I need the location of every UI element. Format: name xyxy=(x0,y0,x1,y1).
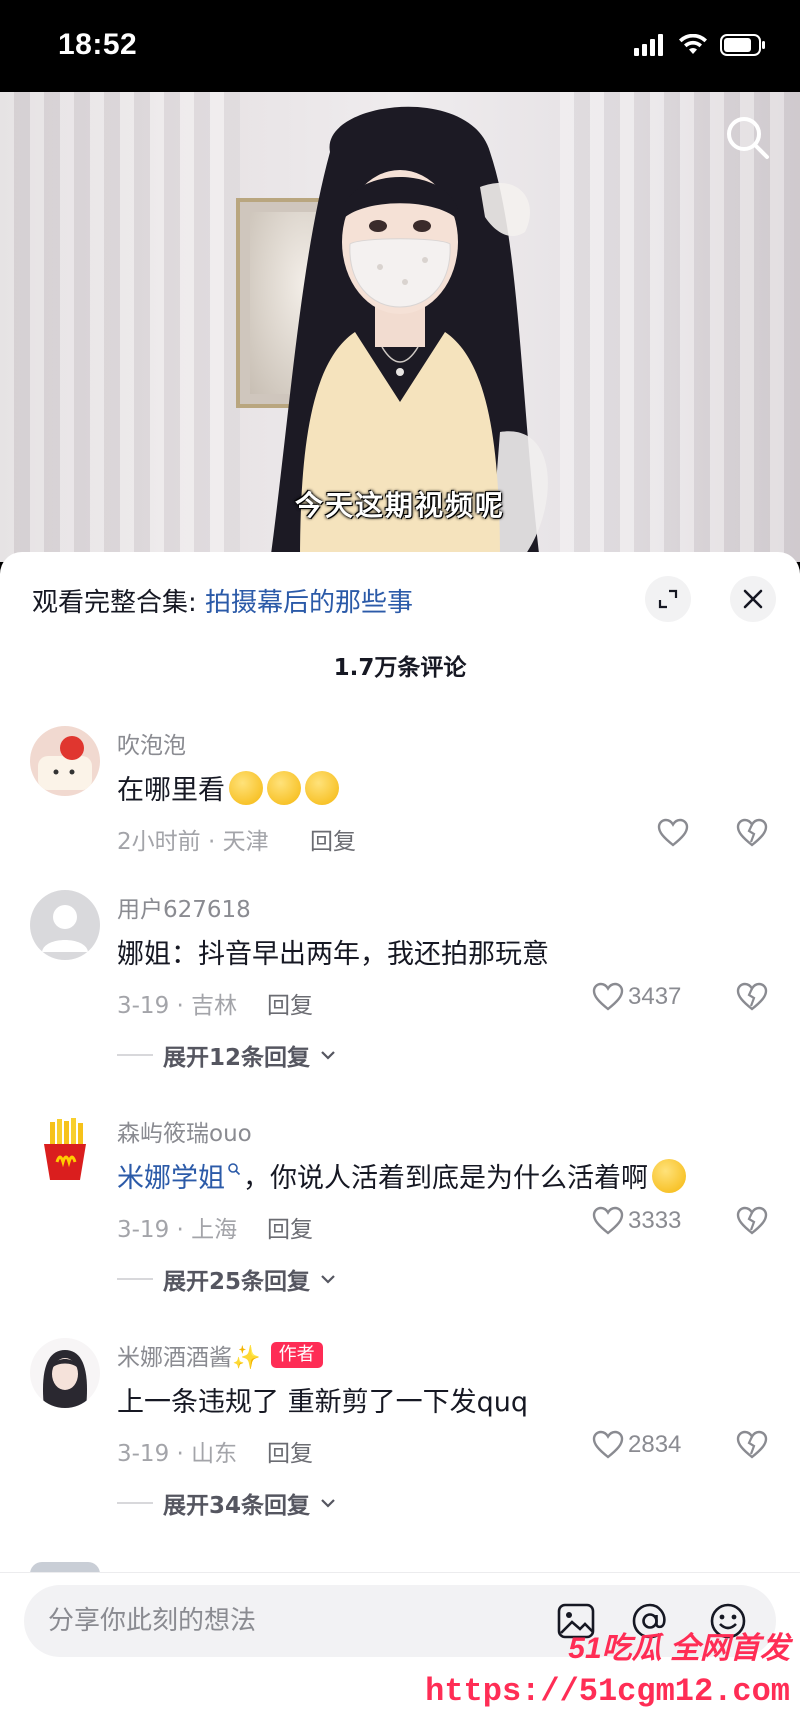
comment-text: 在哪里看 xyxy=(117,768,339,807)
divider xyxy=(117,1278,153,1280)
like-count: 3333 xyxy=(628,1207,682,1234)
broken-heart-icon xyxy=(736,982,768,1011)
broken-heart-icon xyxy=(736,1430,768,1459)
like-button[interactable]: 3437 xyxy=(592,982,681,1012)
divider xyxy=(117,1502,153,1504)
heart-icon xyxy=(657,818,689,847)
crying-face-icon xyxy=(652,1158,686,1193)
comment-sheet: 观看完整合集: 拍摄幕后的那些事 1.7万条评论 吹泡泡 在哪里看 2小时前 ·… xyxy=(0,552,800,1731)
comment-input-bar: 51吃瓜 全网首发 https://51cgm12.com xyxy=(0,1572,800,1731)
comment-username[interactable]: 米娜酒酒酱✨ 作者 xyxy=(117,1338,323,1372)
comment-item: 米娜酒酒酱✨ 作者 上一条违规了 重新剪了一下发quq 3-19 · 山东 回复… xyxy=(0,1338,800,1538)
expand-replies-button[interactable]: 展开25条回复 xyxy=(117,1262,336,1296)
persevering-face-icon xyxy=(305,770,339,805)
like-count: 3437 xyxy=(628,983,682,1010)
sheet-header: 观看完整合集: 拍摄幕后的那些事 xyxy=(0,552,800,632)
watermark-brand: 51吃瓜 全网首发 xyxy=(568,1632,790,1665)
comment-username[interactable]: 森屿筱瑞ouo xyxy=(117,1114,252,1148)
avatar-image xyxy=(30,1114,100,1184)
reply-button[interactable]: 回复 xyxy=(267,1434,313,1468)
video-player[interactable]: 今天这期视频呢 xyxy=(0,92,800,562)
comment-meta: 3-19 · 吉林 xyxy=(117,993,238,1019)
persevering-face-icon xyxy=(267,770,301,805)
collection-row[interactable]: 观看完整合集: 拍摄幕后的那些事 xyxy=(32,582,413,619)
comment-username[interactable]: 用户627618 xyxy=(117,890,251,924)
battery-icon xyxy=(720,34,765,56)
status-icons xyxy=(634,34,766,56)
expand-replies-button[interactable]: 展开34条回复 xyxy=(117,1486,336,1520)
default-avatar-icon xyxy=(30,890,100,960)
avatar[interactable] xyxy=(30,1114,100,1184)
comment-meta: 3-19 · 上海 xyxy=(117,1217,238,1243)
collection-link[interactable]: 拍摄幕后的那些事 xyxy=(205,588,413,618)
avatar-image xyxy=(30,1338,100,1408)
chevron-down-icon xyxy=(321,1499,335,1508)
status-bar: 18:52 xyxy=(0,0,800,92)
heart-icon xyxy=(592,1430,624,1459)
dislike-button[interactable] xyxy=(736,1206,768,1240)
close-icon xyxy=(743,589,763,609)
watermark-url: https://51cgm12.com xyxy=(425,1673,790,1710)
divider xyxy=(117,1054,153,1056)
heart-icon xyxy=(592,982,624,1011)
watermark: 51吃瓜 全网首发 https://51cgm12.com xyxy=(425,1623,794,1723)
persevering-face-icon xyxy=(229,770,263,805)
dislike-button[interactable] xyxy=(736,1430,768,1464)
like-button[interactable]: 3333 xyxy=(592,1206,681,1236)
comment-count: 1.7万条评论 xyxy=(333,655,467,681)
video-subtitle: 今天这期视频呢 xyxy=(294,489,505,522)
comment-item: 吹泡泡 在哪里看 2小时前 · 天津 回复 xyxy=(0,726,800,866)
heart-icon xyxy=(592,1206,624,1235)
mention-link[interactable]: 米娜学姐 xyxy=(117,1156,225,1195)
collection-prefix: 观看完整合集: xyxy=(32,588,206,618)
reply-button[interactable]: 回复 xyxy=(310,822,356,856)
avatar[interactable] xyxy=(30,890,100,960)
comment-text: 米娜学姐 ，你说人活着到底是为什么活着啊 xyxy=(117,1156,686,1195)
expand-replies-button[interactable]: 展开12条回复 xyxy=(117,1038,336,1072)
search-icon xyxy=(727,117,769,159)
avatar[interactable] xyxy=(30,726,100,796)
reply-button[interactable]: 回复 xyxy=(267,1210,313,1244)
reply-button[interactable]: 回复 xyxy=(267,986,313,1020)
comment-text: 上一条违规了 重新剪了一下发quq xyxy=(117,1387,528,1418)
dislike-button[interactable] xyxy=(736,818,768,852)
search-button[interactable] xyxy=(720,110,776,166)
broken-heart-icon xyxy=(736,1206,768,1235)
like-button[interactable]: 2834 xyxy=(592,1430,681,1460)
search-icon xyxy=(228,1162,241,1175)
like-button[interactable] xyxy=(657,818,689,848)
close-button[interactable] xyxy=(730,576,776,622)
comment-meta: 2小时前 · 天津 xyxy=(117,829,269,855)
avatar[interactable] xyxy=(30,1338,100,1408)
comment-input[interactable] xyxy=(48,1585,548,1657)
chevron-down-icon xyxy=(321,1275,335,1284)
wifi-icon xyxy=(679,34,707,54)
comment-item: 用户627618 娜姐：抖音早出两年，我还拍那玩意 3-19 · 吉林 回复 3… xyxy=(0,890,800,1090)
comment-meta: 3-19 · 山东 xyxy=(117,1441,238,1467)
status-time: 18:52 xyxy=(58,28,138,61)
broken-heart-icon xyxy=(736,818,768,847)
comment-item: 森屿筱瑞ouo 米娜学姐 ，你说人活着到底是为什么活着啊 3-19 · 上海 回… xyxy=(0,1114,800,1314)
cellular-signal-icon xyxy=(634,34,663,56)
chevron-down-icon xyxy=(321,1051,335,1060)
comment-username[interactable]: 吹泡泡 xyxy=(117,726,186,760)
expand-icon xyxy=(658,589,678,609)
like-count: 2834 xyxy=(628,1431,682,1458)
dislike-button[interactable] xyxy=(736,982,768,1016)
fullscreen-button[interactable] xyxy=(645,576,691,622)
author-badge: 作者 xyxy=(270,1342,323,1368)
comment-text: 娜姐：抖音早出两年，我还拍那玩意 xyxy=(117,939,549,970)
avatar-image xyxy=(30,726,100,796)
